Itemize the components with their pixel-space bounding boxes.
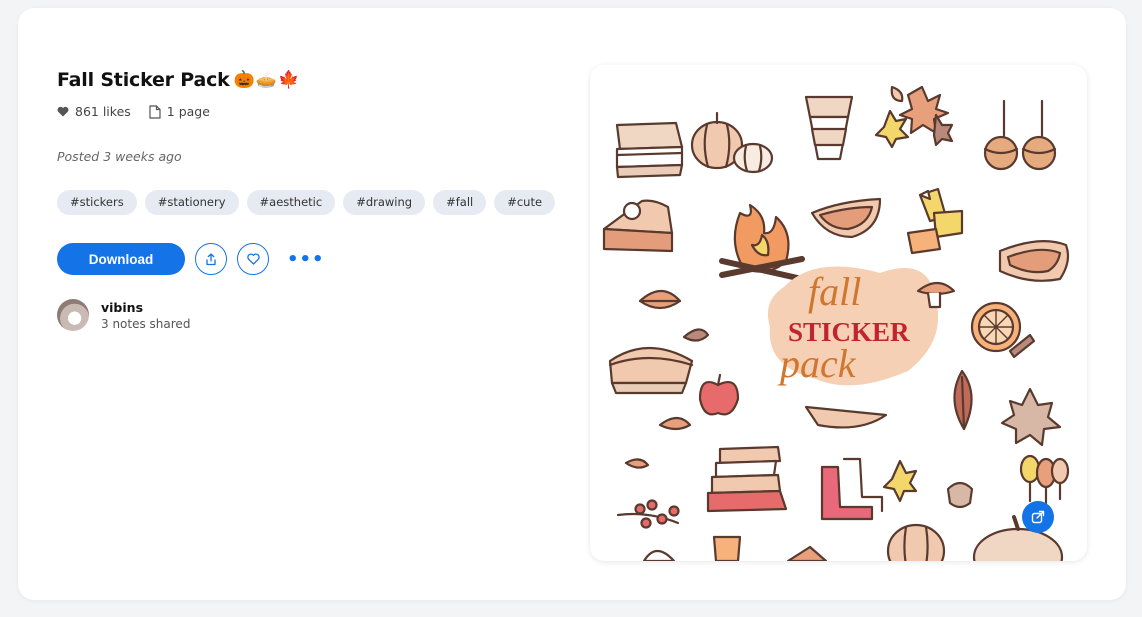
heart-icon — [57, 106, 69, 117]
sticker-artwork: fall STICKER pack — [602, 85, 1070, 561]
tag-chip[interactable]: #fall — [433, 190, 487, 215]
maple-leaves-sticker — [874, 85, 954, 149]
likes-text: 861 likes — [75, 104, 131, 119]
share-button[interactable] — [195, 243, 227, 275]
tag-list: #stickers #stationery #aesthetic #drawin… — [57, 190, 557, 215]
tag-chip[interactable]: #stickers — [57, 190, 137, 215]
coffee-cup-sticker — [804, 95, 854, 161]
books-sticker — [706, 445, 788, 513]
pie-sticker — [608, 346, 694, 395]
caramel-apples-sticker — [983, 99, 1057, 171]
pie-slice-sticker — [602, 199, 674, 253]
document-icon — [149, 104, 161, 119]
pumpkins-sticker — [690, 111, 774, 174]
apple-sticker — [698, 373, 740, 416]
berries-sticker — [616, 499, 680, 529]
bottom-row-stickers — [642, 515, 1064, 561]
heart-outline-icon — [246, 253, 260, 265]
tag-chip[interactable]: #cute — [494, 190, 556, 215]
download-button[interactable]: Download — [57, 243, 185, 275]
sticker-preview-image[interactable]: fall STICKER pack — [590, 65, 1087, 561]
umbrella-sticker — [804, 405, 888, 429]
autumn-leaf-sticker — [953, 369, 973, 431]
page-title: Fall Sticker Pack 🎃🥧🍁 — [57, 66, 557, 94]
tag-chip[interactable]: #aesthetic — [246, 190, 336, 215]
posted-date: Posted 3 weeks ago — [57, 149, 182, 164]
boots-sticker — [820, 457, 884, 521]
post-card: Fall Sticker Pack 🎃🥧🍁 861 likes 1 page P… — [18, 8, 1126, 600]
post-meta: 861 likes 1 page — [57, 104, 557, 119]
pages-text: 1 page — [166, 104, 210, 119]
leaf-sticker — [638, 289, 682, 310]
smores-sticker — [615, 121, 684, 179]
expand-icon — [1031, 510, 1045, 524]
author-row[interactable]: vibins 3 notes shared — [57, 299, 557, 331]
post-details: Fall Sticker Pack 🎃🥧🍁 861 likes 1 page P… — [57, 66, 557, 331]
author-info: vibins 3 notes shared — [101, 300, 190, 331]
avatar[interactable] — [57, 299, 89, 331]
melon-slice-sticker — [810, 197, 882, 239]
more-options-button[interactable]: ••• — [287, 249, 325, 270]
artwork-line-1: fall — [808, 269, 861, 314]
sandwich-sticker — [998, 240, 1070, 282]
title-text: Fall Sticker Pack — [57, 69, 230, 91]
tag-chip[interactable]: #drawing — [343, 190, 426, 215]
orange-slice-sticker — [970, 301, 1036, 359]
small-leaf-sticker — [882, 459, 918, 503]
trees-sticker — [1019, 454, 1070, 505]
expand-image-button[interactable] — [1022, 501, 1054, 533]
tag-chip[interactable]: #stationery — [144, 190, 239, 215]
oak-leaf-sticker — [1000, 387, 1062, 447]
like-button[interactable] — [237, 243, 269, 275]
acorn-sticker — [946, 481, 974, 509]
candy-corn-sticker — [906, 187, 964, 255]
likes-count: 861 likes — [57, 104, 131, 119]
author-notes-count: 3 notes shared — [101, 316, 191, 331]
page-count: 1 page — [149, 104, 210, 119]
share-icon — [205, 252, 217, 266]
title-emoji: 🎃🥧🍁 — [233, 70, 301, 90]
author-name[interactable]: vibins — [101, 300, 190, 315]
campfire-sticker — [719, 203, 805, 282]
action-bar: Download ••• — [57, 243, 557, 275]
artwork-line-3: pack — [777, 341, 857, 386]
